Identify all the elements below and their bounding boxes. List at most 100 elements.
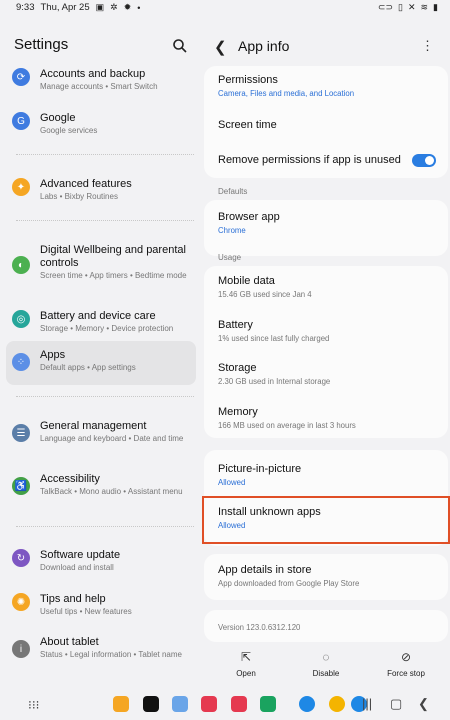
memory-row[interactable]: Memory 166 MB used on average in last 3 … [204, 406, 448, 431]
highlight-box [202, 496, 450, 544]
pip-subtitle: Allowed [218, 478, 246, 487]
disable-button[interactable]: ◌ Disable [296, 650, 356, 678]
action-bar: ⇱ Open ◌ Disable ⊘ Force stop [202, 650, 450, 686]
force-stop-button[interactable]: ⊘ Force stop [376, 650, 436, 678]
settings-item-title: Apps [40, 349, 66, 361]
usage-card: Mobile data 15.46 GB used since Jan 4 Ba… [204, 266, 448, 438]
mute-icon: ✕ [407, 2, 416, 12]
settings-item-title: Accessibility [40, 473, 100, 485]
screen-time-row[interactable]: Screen time [204, 119, 448, 132]
permissions-subtitle: Camera, Files and media, and Location [218, 89, 355, 98]
home-icon[interactable]: ▢ [390, 696, 402, 712]
gallery-app-icon[interactable] [231, 696, 247, 712]
settings-title: Settings [14, 36, 69, 53]
back-nav-icon[interactable]: ❮ [418, 696, 429, 712]
permissions-row[interactable]: Permissions Camera, Files and media, and… [204, 74, 448, 99]
settings-item-title: Tips and help [40, 593, 106, 605]
settings-item-accessibility[interactable]: ♿ Accessibility TalkBack • Mono audio • … [6, 469, 196, 501]
app-icon-dark[interactable] [143, 696, 159, 712]
settings-item-battery-care[interactable]: ◎ Battery and device care Storage • Memo… [6, 306, 196, 338]
battery-icon: ▮ [433, 2, 438, 12]
settings-item-subtitle: Labs • Bixby Routines [40, 192, 118, 201]
settings-item-general[interactable]: ☰ General management Language and keyboa… [6, 416, 196, 448]
disable-label: Disable [312, 669, 340, 678]
app-icon-blue[interactable] [172, 696, 188, 712]
settings-item-wellbeing[interactable]: ◐ Digital Wellbeing and parental control… [6, 240, 196, 285]
storage-row[interactable]: Storage 2.30 GB used in Internal storage [204, 362, 448, 387]
settings-item-subtitle: Default apps • App settings [40, 363, 136, 372]
memory-title: Memory [218, 406, 258, 418]
settings-item-title: Accounts and backup [40, 68, 146, 80]
device-care-icon: ◎ [12, 310, 30, 328]
settings-item-advanced[interactable]: ✦ Advanced features Labs • Bixby Routine… [6, 174, 196, 206]
version-text: Version 123.0.6312.120 [218, 623, 301, 632]
settings-item-title: Advanced features [40, 178, 132, 190]
google-icon: G [12, 112, 30, 130]
settings-item-subtitle: Useful tips • New features [40, 607, 132, 616]
force-stop-icon: ⊘ [400, 650, 412, 664]
wifi-icon: ≋ [420, 2, 429, 12]
app-drawer-icon[interactable]: ⁝⁝⁝ [28, 698, 39, 712]
screen-time-title: Screen time [218, 119, 277, 131]
mobile-data-row[interactable]: Mobile data 15.46 GB used since Jan 4 [204, 275, 448, 300]
settings-icon: ✲ [110, 2, 118, 12]
settings-item-software-update[interactable]: ↻ Software update Download and install [6, 545, 196, 577]
remove-permissions-toggle[interactable] [412, 154, 436, 167]
memory-subtitle: 166 MB used on average in last 3 hours [218, 421, 356, 430]
more-options-icon[interactable]: ⋮ [421, 38, 434, 54]
browser-app-row[interactable]: Browser app Chrome [204, 211, 448, 236]
open-label: Open [236, 669, 256, 678]
status-time: 9:33 [16, 2, 35, 13]
settings-item-accounts[interactable]: ⟳ Accounts and backup Manage accounts • … [6, 64, 196, 96]
open-icon: ⇱ [240, 650, 252, 664]
update-icon: ↻ [12, 549, 30, 567]
disable-icon: ◌ [322, 650, 330, 664]
settings-item-apps[interactable]: ⁘ Apps Default apps • App settings [6, 341, 196, 385]
settings-item-subtitle: Download and install [40, 563, 114, 572]
info-icon: i [12, 640, 30, 658]
battery-subtitle: 1% used since last fully charged [218, 334, 330, 343]
store-card: App details in store App downloaded from… [204, 554, 448, 600]
chrome-app-icon[interactable] [329, 696, 345, 712]
settings-item-title: Battery and device care [40, 310, 156, 322]
battery-row[interactable]: Battery 1% used since last fully charged [204, 319, 448, 344]
version-row: Version 123.0.6312.120 [204, 621, 448, 633]
bulb-icon: ✺ [12, 593, 30, 611]
settings-item-subtitle: Language and keyboard • Date and time [40, 434, 184, 443]
settings-item-tips[interactable]: ✺ Tips and help Useful tips • New featur… [6, 589, 196, 621]
remove-permissions-row[interactable]: Remove permissions if app is unused [204, 154, 448, 167]
app-details-title: App details in store [218, 564, 312, 576]
recents-icon[interactable]: ||| [362, 696, 372, 711]
sheets-app-icon[interactable] [260, 696, 276, 712]
storage-title: Storage [218, 362, 257, 374]
open-button[interactable]: ⇱ Open [216, 650, 276, 678]
settings-item-subtitle: Status • Legal information • Tablet name [40, 650, 182, 659]
app-details-row[interactable]: App details in store App downloaded from… [204, 564, 448, 589]
search-icon[interactable] [172, 38, 188, 54]
wellbeing-icon: ◐ [12, 256, 30, 274]
settings-item-subtitle: Screen time • App timers • Bedtime mode [40, 271, 187, 280]
status-date: Thu, Apr 25 [40, 2, 90, 13]
pen-app-icon[interactable] [299, 696, 315, 712]
settings-item-title: About tablet [40, 636, 99, 648]
settings-item-google[interactable]: G Google Google services [6, 108, 196, 140]
settings-item-subtitle: TalkBack • Mono audio • Assistant menu [40, 487, 183, 496]
battery-saver-icon: ▯ [398, 2, 403, 12]
battery-title: Battery [218, 319, 253, 331]
settings-item-about[interactable]: i About tablet Status • Legal informatio… [6, 632, 196, 664]
mobile-data-subtitle: 15.46 GB used since Jan 4 [218, 290, 312, 299]
files-app-icon[interactable] [113, 696, 129, 712]
settings-pane: Settings ⟳ Accounts and backup Manage ac… [0, 18, 202, 686]
divider [16, 396, 194, 397]
browser-app-subtitle: Chrome [218, 226, 246, 235]
camera-app-icon[interactable] [201, 696, 217, 712]
remove-permissions-title: Remove permissions if app is unused [218, 154, 401, 166]
sync-icon: ⟳ [12, 68, 30, 86]
divider [16, 154, 194, 155]
app-info-pane: ❮ App info ⋮ Permissions Camera, Files a… [202, 18, 450, 686]
pip-row[interactable]: Picture-in-picture Allowed [204, 463, 448, 488]
settings-item-title: Software update [40, 549, 121, 561]
back-arrow-icon[interactable]: ❮ [214, 38, 227, 56]
divider [16, 220, 194, 221]
browser-app-title: Browser app [218, 211, 280, 223]
